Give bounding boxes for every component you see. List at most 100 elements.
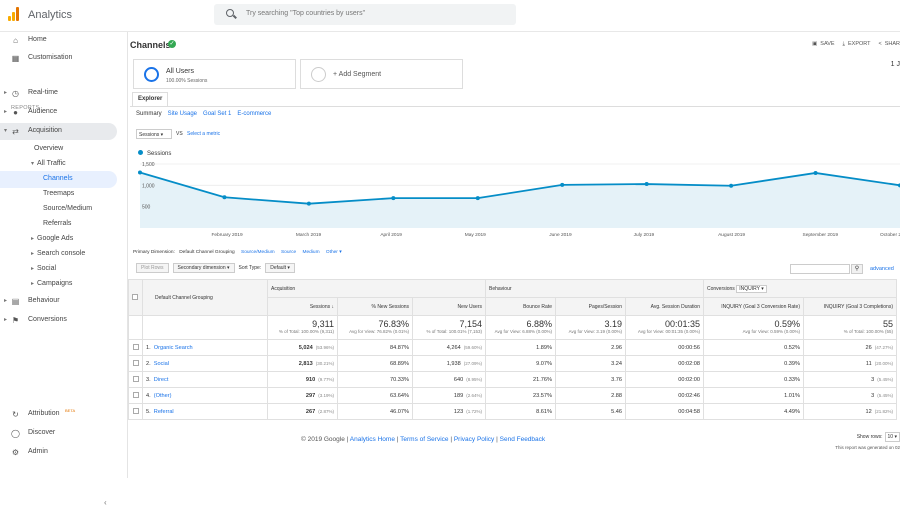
plot-rows-button[interactable]: Plot Rows [136, 263, 169, 273]
subtab-summary[interactable]: Summary [136, 111, 162, 117]
subtab-goal-set-1[interactable]: Goal Set 1 [203, 111, 231, 117]
cell-completions: 3(5.45%) [804, 372, 897, 388]
row-channel-link[interactable]: (Other) [154, 393, 172, 399]
primary-dimension-current: Default Channel Grouping [179, 250, 234, 255]
row-channel-link[interactable]: Direct [154, 377, 169, 383]
col-bounce-rate[interactable]: Bounce Rate [486, 298, 556, 316]
sidebar-item-label: Admin [28, 448, 48, 455]
search-icon [226, 9, 234, 17]
col-new-users[interactable]: New Users [413, 298, 486, 316]
x-tick-label: October 2019 [880, 232, 900, 238]
share-button[interactable]: <SHAR [879, 41, 900, 48]
home-icon: ⌂ [11, 36, 20, 45]
secondary-dimension-select[interactable]: Secondary dimension ▾ [173, 263, 235, 273]
search-bar[interactable]: Try searching "Top countries by users" [214, 4, 516, 25]
caret-right-icon: ▸ [31, 235, 34, 242]
row-name-cell: 1. Organic Search [143, 340, 268, 356]
footer-link-analytics-home[interactable]: Analytics Home [350, 436, 395, 443]
x-tick-label: May 2019 [465, 232, 486, 238]
dim-option-medium[interactable]: Medium [303, 250, 320, 255]
segment-placeholder-icon [311, 67, 326, 82]
sidebar-item-campaigns[interactable]: ▸Campaigns [0, 276, 117, 293]
cell-sessions: 910(9.77%) [268, 372, 338, 388]
cell-pct: (47.27%) [875, 345, 893, 350]
cell-value: 3 [871, 377, 874, 383]
data-point [391, 196, 395, 200]
col-pages-session[interactable]: Pages/Session [556, 298, 626, 316]
collapse-sidebar-icon[interactable]: ‹ [104, 498, 107, 507]
footer-link-privacy[interactable]: Privacy Policy [454, 436, 494, 443]
metric-select[interactable]: Sessions ▾ [136, 129, 172, 139]
add-segment-button[interactable]: + Add Segment [300, 59, 463, 89]
advanced-filter-link[interactable]: advanced [870, 266, 894, 272]
sidebar-item-discover[interactable]: ◯Discover [0, 425, 120, 442]
row-name-cell: 3. Direct [143, 372, 268, 388]
sidebar-item-audience[interactable]: ▸●Audience [0, 104, 120, 121]
segment-all-users[interactable]: All Users 100.00% Sessions [133, 59, 296, 89]
sidebar-item-home[interactable]: ⌂Home [0, 32, 120, 49]
dim-option-source-medium[interactable]: Source/Medium [241, 250, 275, 255]
table-group-header: Default Channel Grouping Acquisition Beh… [129, 280, 897, 298]
cell-duration: 00:02:00 [626, 372, 704, 388]
total-sub: Avg for View: 0.59% (0.00%) [707, 329, 800, 334]
caret-right-icon: ▸ [31, 280, 34, 287]
sidebar-item-customisation[interactable]: ▦Customisation [0, 50, 120, 67]
footer-copyright: © 2019 Google | [301, 436, 348, 443]
footer-link-feedback[interactable]: Send Feedback [500, 436, 546, 443]
dim-option-other[interactable]: Other ▾ [326, 250, 342, 255]
sidebar-item-behaviour[interactable]: ▸▤Behaviour [0, 293, 120, 310]
col-sessions[interactable]: Sessions ↓ [268, 298, 338, 316]
total-cell: 6.88%Avg for View: 6.88% (0.00%) [486, 316, 556, 340]
row-channel-link[interactable]: Organic Search [154, 345, 193, 351]
dim-column-header[interactable]: Default Channel Grouping [143, 280, 268, 316]
row-checkbox[interactable] [133, 408, 139, 414]
cell-pct: (2.87%) [318, 409, 334, 414]
select-metric-link[interactable]: Select a metric [187, 131, 220, 137]
sidebar-item-acquisition[interactable]: ▾⇄Acquisition [0, 123, 117, 140]
sidebar-item-label: All Traffic [37, 160, 66, 167]
row-channel-link[interactable]: Social [154, 361, 169, 367]
sidebar-item-label: Campaigns [37, 280, 72, 287]
sort-type-select[interactable]: Default ▾ [265, 263, 295, 273]
total-sub: % of Total: 100.00% (9,311) [271, 329, 334, 334]
footer-link-terms[interactable]: Terms of Service [400, 436, 448, 443]
sidebar-item-label: Conversions [28, 316, 67, 323]
save-button[interactable]: ▣SAVE [812, 41, 834, 48]
data-point [560, 183, 564, 187]
cell-value: 1,938 [447, 361, 461, 367]
col-avg-duration[interactable]: Avg. Session Duration [626, 298, 704, 316]
goal-select[interactable]: INQUIRY ▾ [736, 285, 767, 293]
row-checkbox[interactable] [133, 392, 139, 398]
sidebar-item-realtime[interactable]: ▸◷Real-time [0, 85, 120, 102]
date-range-picker[interactable]: 1 J [891, 61, 900, 68]
sidebar-item-admin[interactable]: ⚙Admin [0, 444, 120, 461]
x-tick-label: July 2019 [634, 232, 655, 238]
explorer-subtabs: Summary Site Usage Goal Set 1 E-commerce [136, 111, 271, 117]
col-goal-completions[interactable]: INQUIRY (Goal 3 Completions) [804, 298, 897, 316]
top-bar: Analytics Try searching "Top countries b… [0, 0, 900, 32]
cell-pages: 3.76 [556, 372, 626, 388]
row-checkbox[interactable] [133, 360, 139, 366]
row-checkbox[interactable] [133, 376, 139, 382]
row-channel-link[interactable]: Referral [154, 409, 174, 415]
sidebar-item-attribution[interactable]: ↻AttributionBETA [0, 406, 120, 423]
show-rows-select[interactable]: 10 ▾ [885, 432, 900, 442]
cell-pct: (59.60%) [464, 345, 482, 350]
dim-option-source[interactable]: Source [281, 250, 296, 255]
metric-select-value: Sessions [139, 132, 159, 138]
subtab-ecommerce[interactable]: E-commerce [237, 111, 271, 117]
select-all-checkbox[interactable] [132, 294, 138, 300]
col-new-sessions[interactable]: % New Sessions [338, 298, 413, 316]
row-checkbox[interactable] [133, 344, 139, 350]
cell-value: 3 [871, 393, 874, 399]
subtab-site-usage[interactable]: Site Usage [168, 111, 197, 117]
show-rows-control: Show rows:10 ▾ [857, 432, 900, 442]
col-goal-conv-rate[interactable]: INQUIRY (Goal 3 Conversion Rate) [704, 298, 804, 316]
table-search-input[interactable] [790, 264, 850, 274]
main-content: Channels ✓ ▣SAVE ⤓EXPORT <SHAR All Users… [128, 32, 900, 478]
export-button[interactable]: ⤓EXPORT [843, 41, 871, 48]
export-icon: ⤓ [843, 41, 845, 47]
sidebar-item-conversions[interactable]: ▸⚑Conversions [0, 312, 120, 329]
tab-explorer[interactable]: Explorer [132, 92, 168, 106]
table-search-button[interactable]: ⚲ [851, 264, 863, 274]
